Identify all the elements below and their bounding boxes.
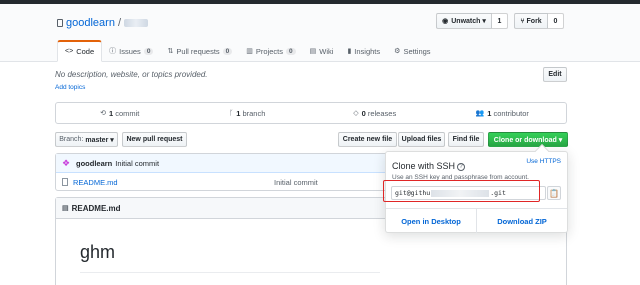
- branch-icon: ᚴ: [229, 109, 234, 117]
- find-file-button[interactable]: Find file: [448, 132, 484, 147]
- book-icon: ▤: [309, 48, 317, 55]
- file-name-link[interactable]: README.md: [73, 178, 118, 187]
- pull-request-icon: ⇅: [167, 48, 174, 55]
- pull-requests-count: 0: [222, 47, 233, 55]
- clipboard-icon: 📋: [549, 188, 559, 198]
- tab-wiki[interactable]: ▤ Wiki: [303, 40, 341, 62]
- tab-projects[interactable]: ▥ Projects 0: [239, 40, 302, 62]
- issues-count: 0: [143, 47, 154, 55]
- download-zip-button[interactable]: Download ZIP: [477, 209, 567, 233]
- tab-issues[interactable]: ⓘ Issues 0: [102, 40, 160, 62]
- tag-icon: ◇: [353, 110, 359, 117]
- repo-name-blurred[interactable]: [124, 19, 148, 27]
- fork-icon: ⑂: [520, 17, 525, 25]
- tab-pull-requests[interactable]: ⇅ Pull requests 0: [160, 40, 239, 62]
- issue-icon: ⓘ: [109, 48, 117, 55]
- code-icon: <>: [65, 48, 74, 55]
- clone-or-download-button[interactable]: Clone or download ▾: [488, 132, 568, 147]
- edit-button[interactable]: Edit: [543, 67, 567, 82]
- people-icon: 👥: [475, 110, 485, 117]
- open-in-desktop-button[interactable]: Open in Desktop: [386, 209, 477, 233]
- repo-owner-link[interactable]: goodlearn: [66, 17, 115, 29]
- watch-count[interactable]: 1: [492, 13, 508, 29]
- history-icon: ⟲: [100, 110, 107, 117]
- create-new-file-button[interactable]: Create new file: [338, 132, 397, 147]
- repo-separator: /: [117, 17, 121, 29]
- eye-icon: ◉: [442, 18, 449, 25]
- clone-actions: Open in Desktop Download ZIP: [386, 208, 567, 233]
- graph-icon: ▮: [347, 48, 352, 55]
- branch-select[interactable]: Branch: master ▾: [55, 132, 118, 147]
- clone-title: Clone with SSH?: [392, 161, 466, 171]
- repo-header: goodlearn / ◉ Unwatch ▾ 1 ⑂ Fork 0 <> Cod…: [0, 4, 640, 62]
- fork-button[interactable]: ⑂ Fork: [514, 13, 548, 29]
- readme-heading: ghm: [80, 242, 116, 262]
- projects-count: 0: [286, 47, 296, 55]
- repo-description: No description, website, or topics provi…: [55, 70, 208, 79]
- gear-icon: ⚙: [394, 48, 401, 55]
- repo-title: goodlearn /: [57, 17, 148, 29]
- new-pull-request-button[interactable]: New pull request: [122, 132, 187, 147]
- repo-icon: [57, 19, 63, 27]
- fork-count[interactable]: 0: [548, 13, 564, 29]
- commits-stat[interactable]: ⟲ 1 commit: [56, 103, 184, 123]
- project-icon: ▥: [246, 48, 253, 55]
- highlight-annotation: [383, 180, 540, 202]
- help-icon[interactable]: ?: [457, 162, 466, 171]
- upload-files-button[interactable]: Upload files: [398, 132, 445, 147]
- readme-divider: [80, 272, 380, 273]
- repo-tabs: <> Code ⓘ Issues 0 ⇅ Pull requests 0 ▥ Project…: [57, 40, 438, 62]
- repo-stats-bar: ⟲ 1 commit ᚴ 1 branch ◇ 0 releases 👥 1 contribut…: [55, 102, 567, 124]
- avatar[interactable]: ❖: [62, 159, 72, 168]
- unwatch-button[interactable]: ◉ Unwatch ▾: [436, 13, 492, 29]
- tab-code[interactable]: <> Code: [57, 40, 103, 62]
- file-icon: [62, 178, 68, 186]
- use-https-link[interactable]: Use HTTPS: [526, 158, 561, 165]
- commit-message[interactable]: Initial commit: [115, 159, 159, 168]
- branches-stat[interactable]: ᚴ 1 branch: [184, 103, 312, 123]
- tab-settings[interactable]: ⚙ Settings: [387, 40, 437, 62]
- book-icon: ▤: [62, 205, 69, 212]
- add-topics-link[interactable]: Add topics: [55, 84, 85, 91]
- contributors-stat[interactable]: 👥 1 contributor: [439, 103, 567, 123]
- tab-insights[interactable]: ▮ Insights: [340, 40, 387, 62]
- commit-author[interactable]: goodlearn: [76, 159, 112, 168]
- file-commit-message[interactable]: Initial commit: [274, 178, 318, 187]
- releases-stat[interactable]: ◇ 0 releases: [311, 103, 439, 123]
- copy-to-clipboard-button[interactable]: 📋: [547, 186, 561, 200]
